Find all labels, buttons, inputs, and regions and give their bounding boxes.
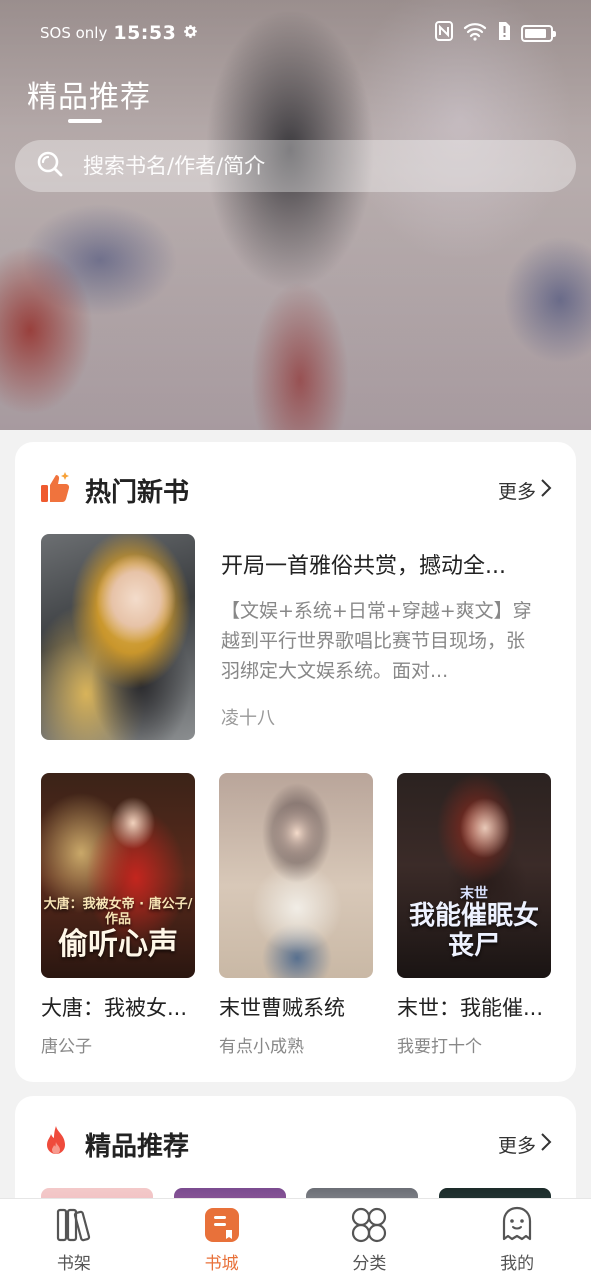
carrier-text: SOS only (40, 24, 108, 42)
book-author: 我要打十个 (397, 1037, 482, 1057)
featured-book-description: 【文娱+系统+日常+穿越+爽文】穿越到平行世界歌唱比赛节目现场，张羽绑定大文娱系… (221, 600, 532, 682)
title-underline (68, 119, 102, 123)
featured-book[interactable]: 开局一首雅俗共赏，撼动全... 【文娱+系统+日常+穿越+爽文】穿越到平行世界歌… (41, 534, 551, 740)
sim-alert-icon (497, 21, 511, 45)
book-author: 有点小成熟 (219, 1037, 304, 1057)
tab-label: 我的 (500, 1254, 535, 1274)
book-cover[interactable] (219, 773, 373, 978)
featured-book-author: 凌十八 (221, 708, 275, 729)
thumbs-up-icon (39, 471, 73, 509)
featured-book-cover[interactable] (41, 534, 195, 740)
cover-subtitle: 大唐：我被女帝 · 唐公子/作品 (43, 896, 193, 927)
chevron-right-icon (540, 1132, 552, 1157)
cover-subtitle: 末世 (460, 886, 488, 903)
book-grid: 大唐：我被女帝 · 唐公子/作品 偷听心声 大唐：我被女... 唐公子 末世曹贼… (41, 773, 551, 1057)
cover-title: 我能催眠女丧尸 (408, 901, 539, 962)
tab-profile[interactable]: 我的 (457, 1205, 577, 1274)
book-title: 末世曹贼系统 (219, 996, 345, 1020)
tab-category[interactable]: 分类 (309, 1205, 429, 1274)
hot-more-link[interactable]: 更多 (498, 477, 552, 504)
search-bar[interactable] (15, 140, 576, 192)
status-bar: SOS only 15:53 (0, 0, 591, 66)
rec-more-link[interactable]: 更多 (498, 1131, 552, 1158)
bookshelf-icon (54, 1205, 94, 1245)
book-cover[interactable]: 大唐：我被女帝 · 唐公子/作品 偷听心声 (41, 773, 195, 978)
tab-bookstore[interactable]: 书城 (162, 1205, 282, 1274)
tab-label: 书城 (204, 1254, 239, 1274)
section-title-hot: 热门新书 (85, 477, 190, 508)
book-item[interactable]: 末世曹贼系统 有点小成熟 (219, 773, 373, 1057)
book-author: 唐公子 (41, 1037, 92, 1057)
battery-icon (521, 24, 556, 42)
more-label: 更多 (497, 480, 536, 503)
tab-bookshelf[interactable]: 书架 (14, 1205, 134, 1274)
profile-icon (497, 1205, 537, 1245)
tab-label: 分类 (352, 1254, 387, 1274)
page-title: 精品推荐 (27, 80, 151, 115)
book-title: 大唐：我被女... (41, 996, 188, 1020)
bottom-tab-bar: 书架 书城 分类 我的 (0, 1198, 591, 1280)
book-cover[interactable]: 末世 我能催眠女丧尸 (397, 773, 551, 978)
book-title: 末世：我能催... (397, 996, 544, 1020)
featured-book-title: 开局一首雅俗共赏，撼动全... (221, 554, 506, 579)
settings-gear-icon (182, 23, 199, 44)
hot-books-card: 热门新书 更多 开局一首雅俗共赏，撼动全... 【文娱+系统+日常+穿越+爽文】… (15, 442, 576, 1082)
book-item[interactable]: 大唐：我被女帝 · 唐公子/作品 偷听心声 大唐：我被女... 唐公子 (41, 773, 195, 1057)
chevron-right-icon (540, 478, 552, 503)
section-title-recommended: 精品推荐 (85, 1131, 190, 1162)
tab-label: 书架 (56, 1254, 91, 1274)
cover-title: 偷听心声 (58, 926, 178, 962)
bookstore-icon (202, 1205, 242, 1245)
flame-icon (39, 1124, 73, 1164)
nfc-icon (435, 21, 453, 45)
category-icon (349, 1205, 389, 1245)
book-item[interactable]: 末世 我能催眠女丧尸 末世：我能催... 我要打十个 (397, 773, 551, 1057)
wifi-icon (463, 21, 487, 45)
search-input[interactable] (83, 154, 523, 178)
more-label: 更多 (497, 1134, 536, 1157)
clock: 15:53 (113, 22, 177, 44)
search-icon (35, 149, 65, 183)
